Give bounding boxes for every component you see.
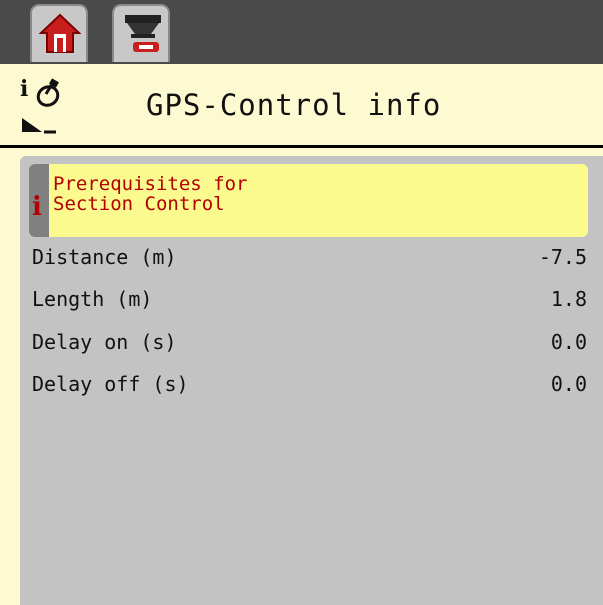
page-header: i GPS-Control info xyxy=(0,64,603,148)
info-icon: i xyxy=(20,76,29,102)
param-row-delay-on: Delay on (s) 0.0 xyxy=(32,330,587,360)
info-box-text: Prerequisites for Section Control xyxy=(53,173,248,215)
param-value: -7.5 xyxy=(538,245,587,269)
spread-boundary-icon xyxy=(22,118,56,134)
gps-info-icon-group: i xyxy=(20,76,70,142)
param-label: Distance (m) xyxy=(32,245,177,269)
spreader-service-icon xyxy=(125,15,161,52)
prerequisites-info-button[interactable]: i Prerequisites for Section Control xyxy=(29,164,588,237)
param-label: Delay off (s) xyxy=(32,372,189,396)
service-tab[interactable] xyxy=(112,4,170,62)
param-label: Delay on (s) xyxy=(32,330,177,354)
home-icon xyxy=(39,13,81,53)
home-tab[interactable] xyxy=(30,4,88,62)
param-value: 0.0 xyxy=(550,372,587,396)
gps-satellite-icon xyxy=(36,78,60,107)
param-row-distance: Distance (m) -7.5 xyxy=(32,245,587,275)
screen: i GPS-Control info i Prerequisites for S… xyxy=(0,0,603,605)
page-title: GPS-Control info xyxy=(146,88,442,122)
param-label: Length (m) xyxy=(32,287,153,311)
content-panel: i Prerequisites for Section Control Dist… xyxy=(20,156,603,605)
param-value: 1.8 xyxy=(550,287,587,311)
param-value: 0.0 xyxy=(550,330,587,354)
param-row-delay-off: Delay off (s) 0.0 xyxy=(32,372,587,402)
top-tab-bar xyxy=(0,0,603,64)
info-icon: i xyxy=(32,192,42,222)
param-row-length: Length (m) 1.8 xyxy=(32,287,587,317)
